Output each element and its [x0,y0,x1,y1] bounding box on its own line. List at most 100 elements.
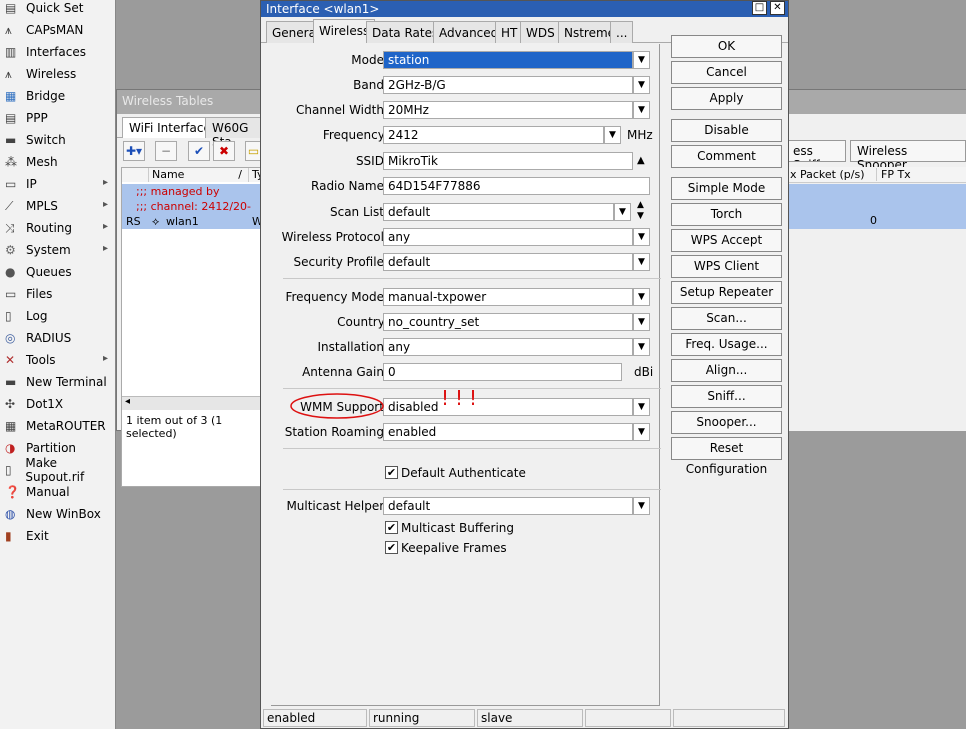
align-button[interactable]: Align... [671,359,782,382]
station-roaming-label: Station Roaming: [284,425,388,439]
wmm-support-dropdown-icon[interactable]: ▼ [633,398,650,416]
scan-list-updown-icon[interactable]: ▲ ▼ [637,200,644,221]
dialog-title-bar: Interface <wlan1> □ ✕ [261,1,788,17]
sidebar-item-interfaces[interactable]: ▥ Interfaces [0,41,116,63]
scan-list-dropdown-icon[interactable]: ▼ [614,203,631,221]
sidebar-item-files[interactable]: ▭ Files [0,283,116,305]
frequency-mode-dropdown-icon[interactable]: ▼ [633,288,650,306]
sidebar-item-ip[interactable]: ▭ IP ▸ [0,173,116,195]
radio-name-input[interactable]: 64D154F77886 [383,177,650,195]
sidebar-item-log[interactable]: ▯ Log [0,305,116,327]
mode-dropdown-icon[interactable]: ▼ [633,51,650,69]
col-fp-tx[interactable]: FP Tx [876,168,911,181]
wmm-support-select[interactable]: disabled [383,398,633,416]
wireless-protocol-select[interactable]: any [383,228,633,246]
sidebar-item-mpls[interactable]: ⟋ MPLS ▸ [0,195,116,217]
sidebar-item-switch[interactable]: ▬ Switch [0,129,116,151]
sidebar-item-radius[interactable]: ◎ RADIUS [0,327,116,349]
col-rx-packet[interactable]: x Packet (p/s) [790,168,865,181]
maximize-icon[interactable]: □ [752,1,767,15]
table-row-comment[interactable]: ;;; channel: 2412/20-Ce/g [122,199,263,228]
multicast-buffering-checkbox[interactable]: ✔ [385,521,398,534]
installation-dropdown-icon[interactable]: ▼ [633,338,650,356]
installation-select[interactable]: any [383,338,633,356]
setup-repeater-button[interactable]: Setup Repeater [671,281,782,304]
country-select[interactable]: no_country_set [383,313,633,331]
reset-configuration-button[interactable]: Reset Configuration [671,437,782,476]
disable-button[interactable]: Disable [671,119,782,142]
routing-icon: ⤨ [5,221,15,235]
sidebar-item-ppp[interactable]: ▤ PPP [0,107,116,129]
ssid-collapse-icon[interactable]: ▲ [637,152,645,170]
enable-icon[interactable]: ✔ [188,141,210,161]
add-icon[interactable]: ✚▾ [123,141,145,161]
wireless-protocol-dropdown-icon[interactable]: ▼ [633,228,650,246]
sidebar-item-metarouter[interactable]: ▦ MetaROUTER [0,415,116,437]
multicast-helper-dropdown-icon[interactable]: ▼ [633,497,650,515]
wps-accept-button[interactable]: WPS Accept [671,229,782,252]
tab-w60g-station[interactable]: W60G Sta [205,117,262,149]
ssid-input[interactable]: MikroTik [383,152,633,170]
sidebar-item-mesh[interactable]: ⁂ Mesh [0,151,116,173]
sidebar-item-bridge[interactable]: ▦ Bridge [0,85,116,107]
cancel-button[interactable]: Cancel [671,61,782,84]
sidebar-item-make-supout-rif[interactable]: ▯ Make Supout.rif [0,456,116,484]
table-row[interactable]: 0 [788,214,966,229]
tab-advanced[interactable]: Advanced [433,21,505,43]
channel-width-select[interactable]: 20MHz [383,101,633,119]
security-profile-dropdown-icon[interactable]: ▼ [633,253,650,271]
sidebar-item-exit[interactable]: ▮ Exit [0,525,116,547]
disable-icon[interactable]: ✖ [213,141,235,161]
apply-button[interactable]: Apply [671,87,782,110]
col-name[interactable]: Name / [149,168,249,182]
band-dropdown-icon[interactable]: ▼ [633,76,650,94]
channel-width-dropdown-icon[interactable]: ▼ [633,101,650,119]
scan-list-select[interactable]: default [383,203,614,221]
sidebar-item-system[interactable]: ⚙ System ▸ [0,239,116,261]
band-select[interactable]: 2GHz-B/G [383,76,633,94]
mode-select[interactable]: station [383,51,633,69]
ppp-icon: ▤ [5,111,17,125]
snooper-button[interactable]: Snooper... [671,411,782,434]
sidebar-item-wireless[interactable]: ⩚ Wireless [0,63,116,85]
antenna-gain-input[interactable]: 0 [383,363,622,381]
scanner-sniffer-button[interactable]: ess Sniffer [786,140,846,162]
table-row[interactable]: RS ⟡ wlan1 W [122,214,263,229]
horizontal-scrollbar[interactable]: ◂ [122,396,263,410]
country-dropdown-icon[interactable]: ▼ [633,313,650,331]
comment-button[interactable]: Comment [671,145,782,168]
sidebar-item-new-winbox[interactable]: ◍ New WinBox [0,503,116,525]
default-authenticate-checkbox[interactable]: ✔ [385,466,398,479]
tab-wds[interactable]: WDS [520,21,561,43]
security-profile-select[interactable]: default [383,253,633,271]
sidebar-item-quick-set[interactable]: ▤ Quick Set [0,0,116,19]
keepalive-frames-checkbox[interactable]: ✔ [385,541,398,554]
table-row-comment[interactable]: ;;; managed by CAPsMAN [122,184,263,213]
sidebar-item-manual[interactable]: ❓ Manual [0,481,116,503]
sidebar-item-dot1x[interactable]: ✣ Dot1X [0,393,116,415]
scan-button[interactable]: Scan... [671,307,782,330]
sidebar-item-routing[interactable]: ⤨ Routing ▸ [0,217,116,239]
sidebar-item-label: New Terminal [26,375,107,389]
sidebar-item-capsman[interactable]: ⩚ CAPsMAN [0,19,116,41]
frequency-mode-select[interactable]: manual-txpower [383,288,633,306]
close-icon[interactable]: ✕ [770,1,785,15]
ok-button[interactable]: OK [671,35,782,58]
remove-icon[interactable]: − [155,141,177,161]
station-roaming-dropdown-icon[interactable]: ▼ [633,423,650,441]
sniff-button[interactable]: Sniff... [671,385,782,408]
torch-button[interactable]: Torch [671,203,782,226]
frequency-dropdown-icon[interactable]: ▼ [604,126,621,144]
freq-usage-button[interactable]: Freq. Usage... [671,333,782,356]
wps-client-button[interactable]: WPS Client [671,255,782,278]
sidebar-item-queues[interactable]: ● Queues [0,261,116,283]
simple-mode-button[interactable]: Simple Mode [671,177,782,200]
station-roaming-select[interactable]: enabled [383,423,633,441]
frequency-select[interactable]: 2412 [383,126,604,144]
scroll-left-icon[interactable]: ◂ [125,396,130,407]
multicast-helper-select[interactable]: default [383,497,633,515]
tab-more[interactable]: ... [610,21,634,43]
sidebar-item-new-terminal[interactable]: ▬ New Terminal [0,371,116,393]
sidebar-item-tools[interactable]: ✕ Tools ▸ [0,349,116,371]
wireless-snooper-button[interactable]: Wireless Snooper [850,140,966,172]
